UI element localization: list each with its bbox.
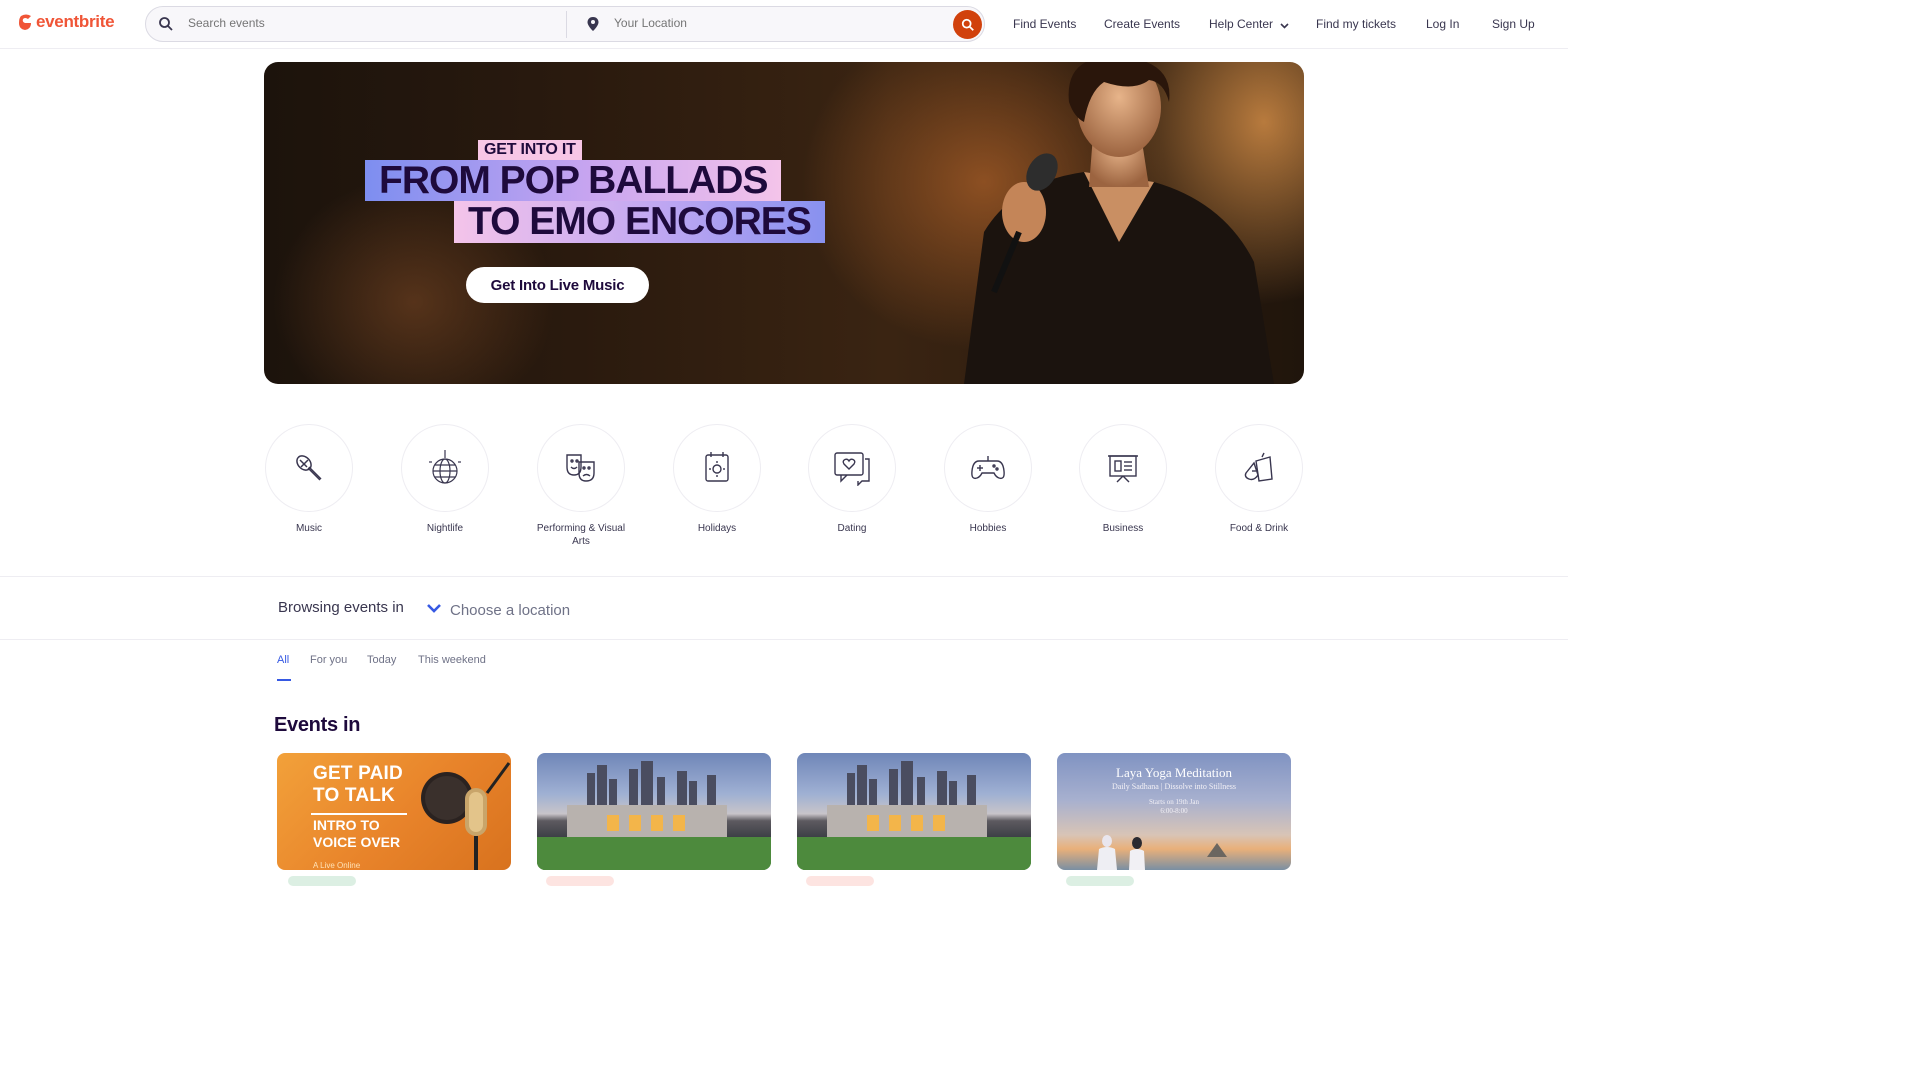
category-performing-visual-arts[interactable]: Performing & Visual Arts (536, 424, 626, 548)
card-date: Starts on 19th Jan 6:00-8:00 (1057, 798, 1291, 816)
event-card-image[interactable]: Laya Yoga Meditation Daily Sadhana | Dis… (1057, 753, 1291, 870)
nav-find-my-tickets[interactable]: Find my tickets (1316, 17, 1396, 31)
event-card-badge (546, 876, 614, 886)
meditation-figures-image (1097, 835, 1227, 870)
get-into-live-music-button[interactable]: Get Into Live Music (466, 267, 649, 303)
singer-image (964, 62, 1274, 384)
studio-microphone-image (421, 762, 511, 870)
tab-this-weekend[interactable]: This weekend (418, 654, 486, 666)
card-subtitle-line2: VOICE OVER (313, 834, 401, 850)
help-center-label: Help Center (1209, 17, 1274, 31)
search-icon (158, 16, 174, 37)
category-hobbies[interactable]: Hobbies (943, 424, 1033, 535)
theater-masks-icon (537, 424, 625, 512)
hero-headline-line2: TO EMO ENCORES (454, 201, 825, 243)
active-tab-indicator (277, 679, 291, 681)
card-start-date: Starts on 19th Jan (1149, 798, 1199, 806)
disco-ball-icon (401, 424, 489, 512)
event-card-image[interactable]: GET PAID TO TALK INTRO TO VOICE OVER A L… (277, 753, 511, 870)
category-label: Food & Drink (1229, 523, 1289, 534)
event-card-badge (1066, 876, 1134, 886)
card-subtitle: INTRO TO VOICE OVER (313, 817, 400, 851)
category-music[interactable]: Music (264, 424, 354, 535)
category-nightlife[interactable]: Nightlife (400, 424, 490, 535)
category-dating[interactable]: Dating (807, 424, 897, 535)
search-events-input[interactable] (186, 15, 570, 31)
category-food-drink[interactable]: Food & Drink (1214, 424, 1304, 535)
chevron-down-icon[interactable] (426, 601, 442, 619)
microphone-icon (265, 424, 353, 512)
card-footer: A Live Online (313, 861, 361, 870)
category-label: Nightlife (426, 523, 464, 534)
card-divider (311, 813, 407, 815)
category-label: Dating (837, 523, 867, 534)
category-label: Holidays (697, 523, 737, 534)
category-label: Hobbies (969, 523, 1007, 534)
category-holidays[interactable]: Holidays (672, 424, 762, 535)
tab-all[interactable]: All (277, 654, 289, 666)
card-time: 6:00-8:00 (1160, 807, 1188, 815)
card-subtitle: Daily Sadhana | Dissolve into Stillness (1111, 782, 1237, 791)
event-card-badge (288, 876, 356, 886)
category-business[interactable]: Business (1078, 424, 1168, 535)
game-controller-icon (944, 424, 1032, 512)
hero-headline-line1: FROM POP BALLADS (365, 160, 782, 201)
search-button-icon (961, 18, 974, 31)
drinks-icon (1215, 424, 1303, 512)
category-label: Performing & Visual Arts (536, 523, 626, 547)
hero-kicker: GET INTO IT (478, 140, 582, 160)
eventbrite-logo-icon (19, 14, 31, 30)
search-bar (145, 6, 985, 42)
calendar-icon (673, 424, 761, 512)
nav-sign-up[interactable]: Sign Up (1492, 17, 1535, 31)
chevron-down-icon (1280, 18, 1289, 32)
city-skyline-image (797, 761, 1031, 870)
event-card-image[interactable] (537, 753, 771, 870)
card-title-line1: GET PAID (313, 763, 403, 784)
card-title: GET PAID TO TALK (313, 763, 403, 807)
search-divider (566, 11, 567, 38)
category-label: Music (295, 523, 323, 534)
nav-help-center[interactable]: Help Center (1209, 17, 1289, 32)
category-label: Business (1102, 523, 1144, 534)
events-heading: Events in (274, 714, 361, 736)
location-input[interactable] (612, 15, 916, 31)
eventbrite-logo[interactable]: eventbrite (18, 12, 115, 32)
top-navigation-bar: eventbrite Find Events Create Events Hel… (0, 0, 1568, 49)
choose-location-dropdown[interactable]: Choose a location (450, 602, 570, 619)
card-title-line2: TO TALK (313, 785, 395, 806)
logo-text: eventbrite (36, 12, 115, 31)
tab-today[interactable]: Today (367, 654, 396, 666)
nav-log-in[interactable]: Log In (1426, 17, 1459, 31)
presentation-icon (1079, 424, 1167, 512)
nav-create-events[interactable]: Create Events (1104, 17, 1180, 31)
event-card-image[interactable] (797, 753, 1031, 870)
city-skyline-image (537, 761, 771, 870)
browse-location-band (0, 576, 1568, 640)
card-title: Laya Yoga Meditation (1116, 765, 1232, 780)
location-pin-icon (586, 16, 600, 37)
chat-heart-icon (808, 424, 896, 512)
nav-find-events[interactable]: Find Events (1013, 17, 1076, 31)
card-subtitle-line1: INTRO TO (313, 817, 380, 833)
event-card-badge (806, 876, 874, 886)
search-button[interactable] (953, 10, 982, 39)
hero-banner[interactable]: GET INTO IT FROM POP BALLADS TO EMO ENCO… (264, 62, 1304, 384)
tab-for-you[interactable]: For you (310, 654, 347, 666)
browsing-events-label: Browsing events in (278, 599, 404, 616)
